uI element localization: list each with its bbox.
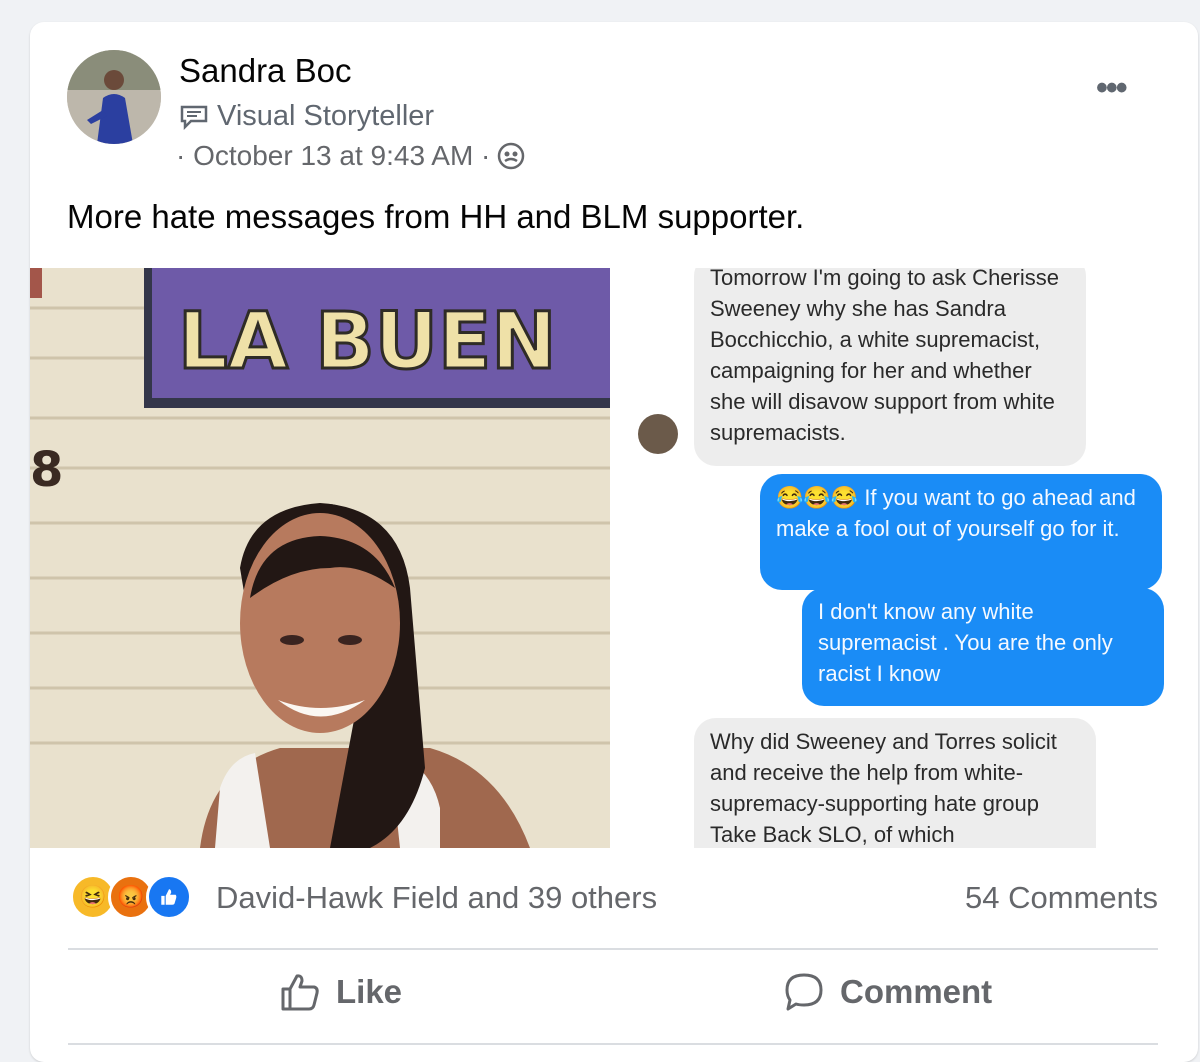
house-number: 8 [30,442,63,498]
like-label: Like [336,973,403,1010]
chat-outgoing-message: 😂😂😂 If you want to go ahead and make a f… [760,474,1162,590]
chat-outgoing-message: I don't know any white supremacist . You… [802,588,1164,706]
comment-button[interactable]: Comment [782,970,992,1014]
chat-incoming-message: Tomorrow I'm going to ask Cherisse Sween… [694,268,1086,466]
selfie-photo[interactable]: LA BUEN 8 [30,268,610,848]
chat-sender-avatar [638,414,678,454]
post-media[interactable]: LA BUEN 8 Tomorrow I'm going to ask Cher… [30,268,1198,848]
laughing-emoji-icon: 😂😂😂 [776,485,859,510]
audience-icon[interactable] [496,141,526,171]
comment-label: Comment [840,973,993,1010]
avatar-image [67,50,161,144]
timestamp-label: · October 13 at 9:43 AM · [176,140,491,171]
author-role-label: Visual Storyteller [217,100,435,132]
avatar[interactable] [67,50,161,144]
comment-icon [785,973,823,1011]
chat-screenshot[interactable]: Tomorrow I'm going to ask Cherisse Sween… [614,268,1198,848]
reaction-summary[interactable]: David-Hawk Field and 39 others [216,880,657,916]
sign-text: LA BUEN [178,297,557,387]
comment-count[interactable]: 54 Comments [965,880,1158,916]
post-card: Sandra Boc Visual Storyteller · October … [30,22,1198,1062]
post-timestamp[interactable]: · October 13 at 9:43 AM · [176,140,526,172]
like-icon [146,874,192,920]
author-role: Visual Storyteller [179,100,434,133]
chat-incoming-message: Why did Sweeney and Torres solicit and r… [694,718,1096,848]
author-name[interactable]: Sandra Boc [179,52,351,90]
like-button[interactable]: Like [278,970,402,1014]
thumbs-up-icon [281,974,319,1011]
divider [68,948,1158,950]
reaction-icons[interactable]: 😆 😡 [70,874,192,920]
more-options-icon[interactable]: ••• [1096,71,1128,105]
post-text: More hate messages from HH and BLM suppo… [67,198,805,235]
speech-bubble-icon [180,105,208,130]
divider [68,1043,1158,1045]
